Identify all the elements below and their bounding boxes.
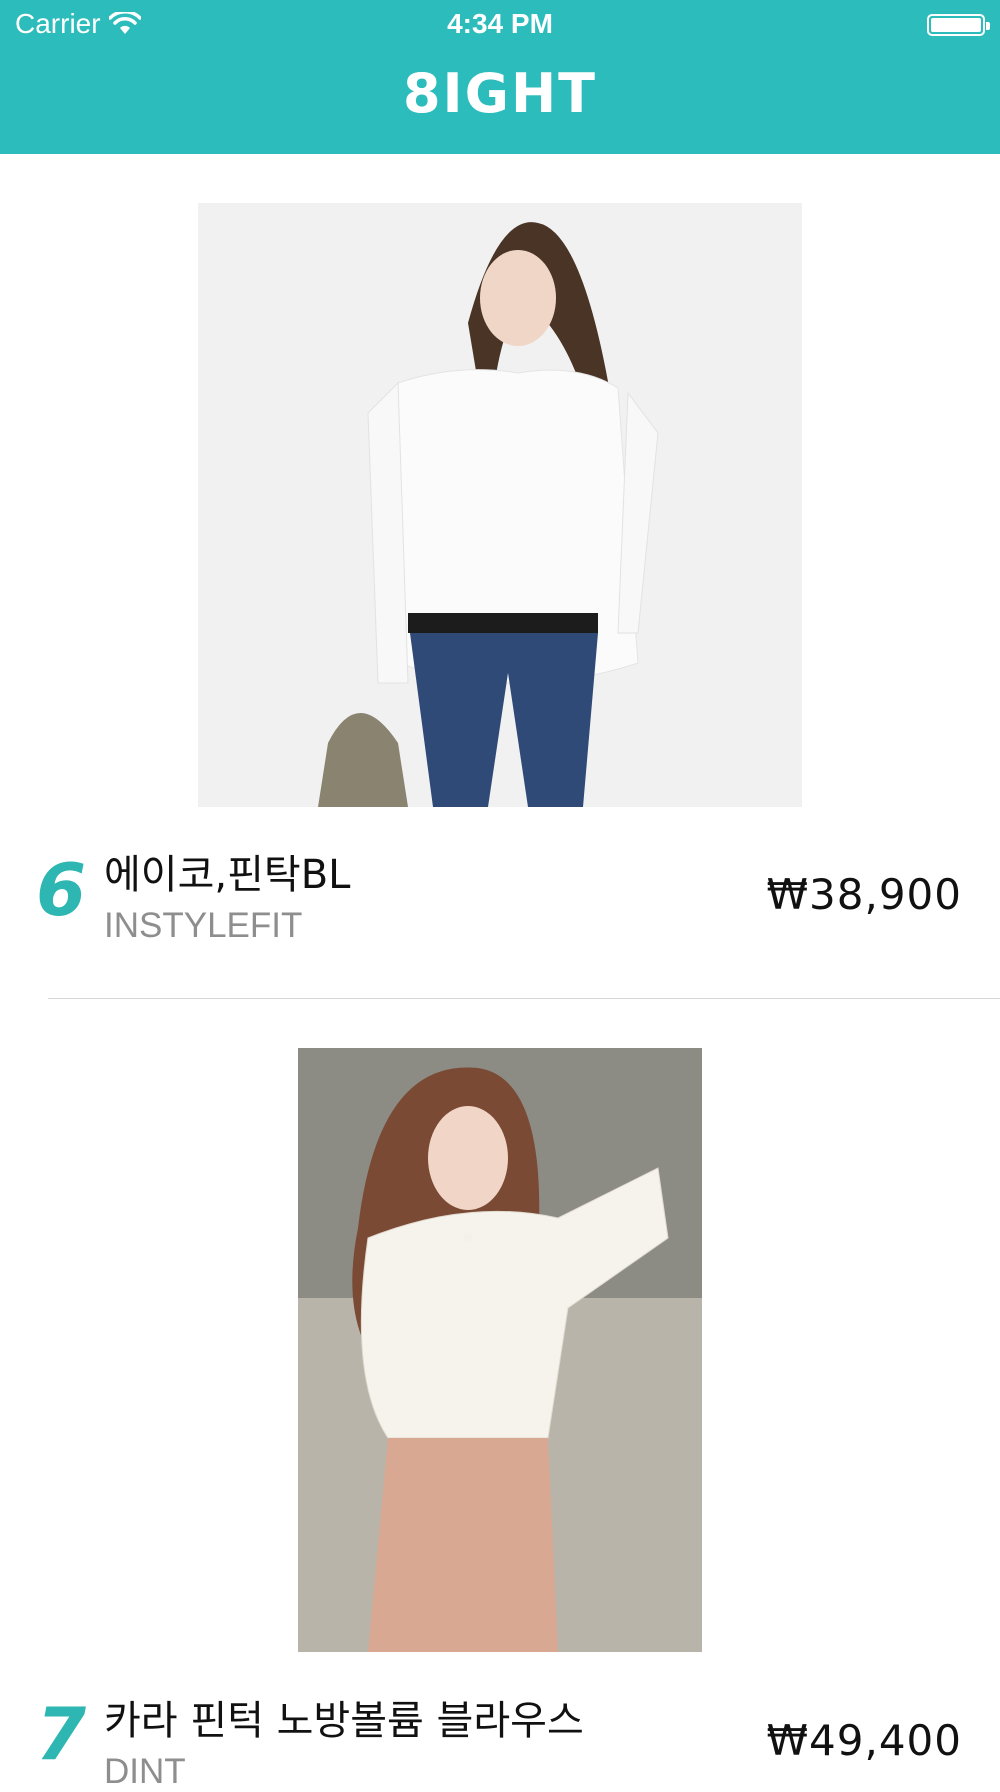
app-header: Carrier 4:34 PM 8IGHT bbox=[0, 0, 1000, 154]
product-price: ₩38,900 bbox=[766, 870, 962, 919]
product-price: ₩49,400 bbox=[766, 1716, 962, 1765]
app-logo[interactable]: 8IGHT bbox=[0, 62, 1000, 125]
rank-number: 6 bbox=[36, 848, 87, 932]
rank-number: 7 bbox=[36, 1692, 87, 1776]
status-time: 4:34 PM bbox=[447, 8, 553, 39]
product-title[interactable]: 카라 핀턱 노방볼륨 블라우스 bbox=[104, 1688, 584, 1746]
product-photo-blouse-pink-pants bbox=[298, 1048, 702, 1652]
product-title[interactable]: 에이코,핀탁BL bbox=[104, 842, 350, 900]
product-brand[interactable]: INSTYLEFIT bbox=[104, 906, 302, 946]
product-photo-blouse-jeans bbox=[198, 203, 802, 807]
product-image[interactable] bbox=[298, 1048, 702, 1652]
list-divider bbox=[48, 998, 1000, 999]
product-image[interactable] bbox=[198, 203, 802, 807]
product-brand[interactable]: DINT bbox=[104, 1752, 186, 1792]
battery-icon bbox=[927, 14, 990, 36]
